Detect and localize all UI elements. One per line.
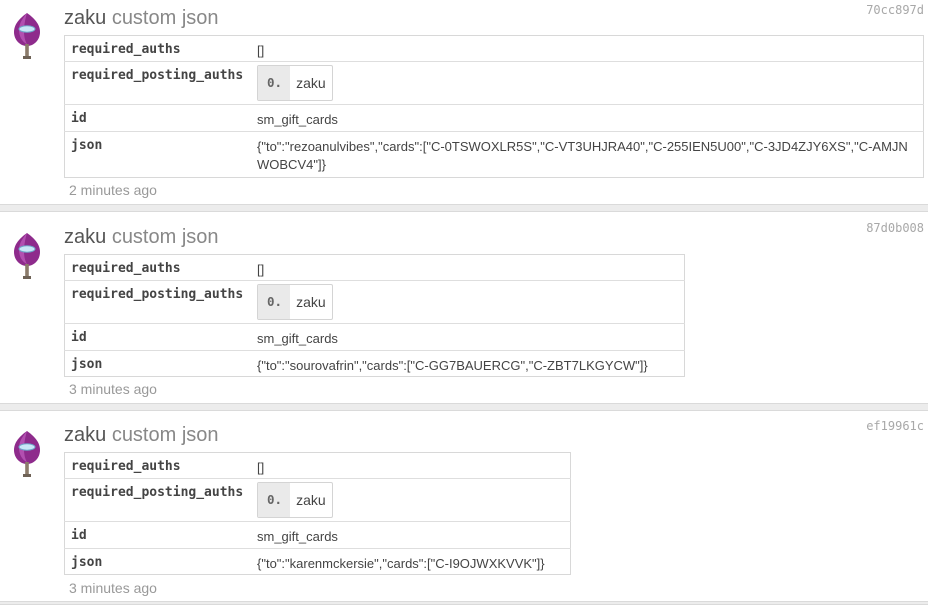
- param-value: []: [257, 262, 265, 277]
- posting-auth-account-link[interactable]: zaku: [290, 285, 332, 319]
- avatar-icon[interactable]: [8, 230, 46, 280]
- posting-auth-chip: 0. zaku: [257, 284, 333, 320]
- param-row-required-posting-auths: required_posting_auths 0. zaku: [64, 478, 571, 522]
- list-index: 0.: [258, 483, 291, 517]
- account-link[interactable]: zaku: [64, 424, 106, 446]
- transaction-hash-link[interactable]: ef19961c: [866, 419, 924, 433]
- param-row-required-posting-auths: required_posting_auths 0. zaku: [64, 280, 685, 324]
- timestamp: 2 minutes ago: [69, 182, 157, 198]
- param-row-id: id sm_gift_cards: [64, 104, 924, 132]
- param-row-required-posting-auths: required_posting_auths 0. zaku: [64, 61, 924, 105]
- param-value: {"to":"karenmckersie","cards":["C-I9OJWX…: [257, 548, 571, 575]
- param-key: required_posting_auths: [64, 61, 257, 105]
- posting-auth-chip: 0. zaku: [257, 65, 333, 101]
- transaction-hash-link[interactable]: 70cc897d: [866, 3, 924, 17]
- param-value: 0. zaku: [257, 478, 571, 522]
- param-row-id: id sm_gift_cards: [64, 521, 571, 549]
- operation-title: zaku custom json: [64, 424, 219, 447]
- operation-type-label: custom json: [111, 226, 219, 248]
- posting-auth-chip: 0. zaku: [257, 482, 333, 518]
- avatar-icon[interactable]: [8, 10, 46, 60]
- param-row-required-auths: required_auths []: [65, 255, 685, 281]
- param-row-required-auths: required_auths []: [65, 453, 571, 479]
- transaction-hash-link[interactable]: 87d0b008: [866, 221, 924, 235]
- operation-params-table: required_auths [] required_posting_auths…: [64, 452, 571, 575]
- param-value: {"to":"rezoanulvibes","cards":["C-0TSWOX…: [257, 131, 924, 178]
- posting-auth-account-link[interactable]: zaku: [290, 66, 332, 100]
- avatar-icon[interactable]: [8, 428, 46, 478]
- param-value: 0. zaku: [257, 280, 685, 324]
- param-key: id: [64, 521, 257, 549]
- param-value: sm_gift_cards: [257, 104, 924, 132]
- operation-title: zaku custom json: [64, 7, 219, 30]
- account-link[interactable]: zaku: [64, 226, 106, 248]
- param-key: json: [64, 548, 257, 575]
- operation-type-label: custom json: [111, 424, 219, 446]
- operation-divider: [0, 601, 928, 605]
- operation-divider: [0, 403, 928, 411]
- param-key: id: [64, 323, 257, 351]
- timestamp: 3 minutes ago: [69, 580, 157, 596]
- operation-title: zaku custom json: [64, 226, 219, 249]
- param-value: []: [257, 43, 265, 58]
- account-link[interactable]: zaku: [64, 7, 106, 29]
- param-value: []: [257, 460, 265, 475]
- param-value: 0. zaku: [257, 61, 924, 105]
- operation-divider: [0, 204, 928, 212]
- operation-type-label: custom json: [111, 7, 219, 29]
- param-value: sm_gift_cards: [257, 521, 571, 549]
- list-index: 0.: [258, 285, 291, 319]
- param-row-id: id sm_gift_cards: [64, 323, 685, 351]
- param-key: required_auths: [71, 459, 181, 474]
- param-row-required-auths: required_auths []: [65, 36, 924, 62]
- param-key: json: [64, 350, 257, 377]
- param-key: required_posting_auths: [64, 478, 257, 522]
- posting-auth-account-link[interactable]: zaku: [290, 483, 332, 517]
- operation-params-table: required_auths [] required_posting_auths…: [64, 35, 924, 178]
- param-row-json: json {"to":"karenmckersie","cards":["C-I…: [64, 548, 571, 575]
- param-row-json: json {"to":"rezoanulvibes","cards":["C-0…: [64, 131, 924, 178]
- operation-params-table: required_auths [] required_posting_auths…: [64, 254, 685, 377]
- param-key: json: [64, 131, 257, 178]
- param-key: required_auths: [71, 42, 181, 57]
- timestamp: 3 minutes ago: [69, 381, 157, 397]
- param-key: required_posting_auths: [64, 280, 257, 324]
- param-key: id: [64, 104, 257, 132]
- param-value: {"to":"sourovafrin","cards":["C-GG7BAUER…: [257, 350, 685, 377]
- param-value: sm_gift_cards: [257, 323, 685, 351]
- param-row-json: json {"to":"sourovafrin","cards":["C-GG7…: [64, 350, 685, 377]
- list-index: 0.: [258, 66, 291, 100]
- param-key: required_auths: [71, 261, 181, 276]
